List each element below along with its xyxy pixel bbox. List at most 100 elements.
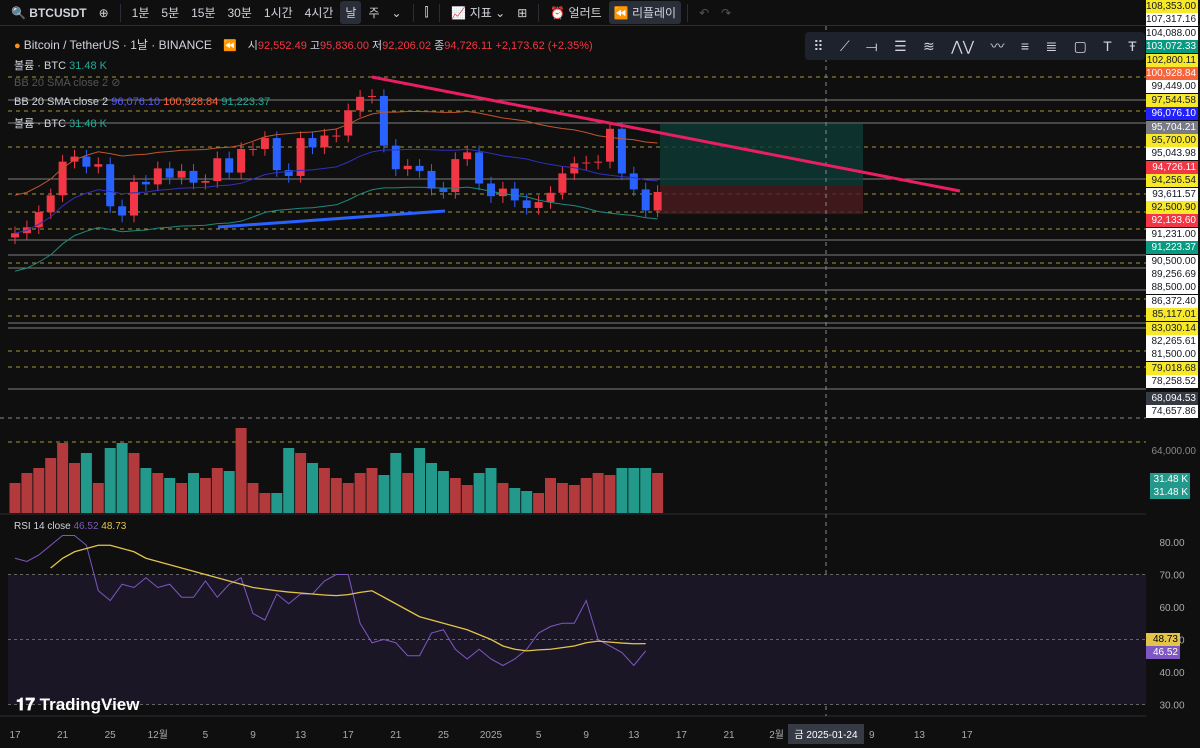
interval-1m[interactable]: 1분 xyxy=(127,1,155,24)
candle-body xyxy=(213,158,222,182)
candle-body xyxy=(201,181,210,183)
volume-bar xyxy=(80,453,92,513)
volume-bar xyxy=(461,485,473,513)
bb-hidden-legend[interactable]: BB 20 SMA close 2 ⊘ xyxy=(14,76,120,89)
elliott-icon[interactable]: 〰 xyxy=(991,36,1005,56)
volume-bar xyxy=(640,468,652,513)
time-tick: 21 xyxy=(723,730,735,741)
candle-body xyxy=(475,152,484,184)
time-tick: 2025 xyxy=(480,730,503,741)
candle-body xyxy=(82,156,91,167)
time-tick: 17 xyxy=(9,730,21,741)
volume-bar xyxy=(378,475,390,513)
interval-day[interactable]: 날 xyxy=(340,1,362,24)
rsi-value-label: 48.73 xyxy=(1146,633,1180,646)
volume-bar xyxy=(497,483,509,513)
volume-bar xyxy=(545,478,556,513)
high-label: 고 xyxy=(309,40,321,52)
volume-bar xyxy=(366,468,378,513)
drag-handle-icon[interactable]: ⠿ xyxy=(813,38,823,55)
low-value: 92,206.02 xyxy=(382,40,432,52)
volume-legend[interactable]: 볼륨 · BTC 31.48 K xyxy=(14,57,107,73)
rectangle-icon[interactable]: ▢ xyxy=(1074,38,1087,55)
volume-legend-2[interactable]: 볼륨 · BTC 31.48 K xyxy=(14,115,107,131)
eye-off-icon[interactable]: ⊘ xyxy=(111,77,120,89)
rsi-value-label: 46.52 xyxy=(1146,646,1180,659)
rsi-legend[interactable]: RSI 14 close 46.52 48.73 xyxy=(14,521,126,532)
price-label: 95,700.00 xyxy=(1146,134,1198,147)
anchored-text-icon[interactable]: Ŧ xyxy=(1128,38,1137,54)
candle-body xyxy=(534,202,543,208)
interval-week[interactable]: 주 xyxy=(363,1,384,24)
alert-button[interactable]: ⏰ 얼러트 xyxy=(545,1,606,24)
candle-body xyxy=(308,138,317,148)
candle-body xyxy=(320,135,329,148)
divider xyxy=(687,3,689,22)
open-label: 시 xyxy=(247,40,258,52)
candle-body xyxy=(427,170,436,189)
price-label: 100,928.84 xyxy=(1146,67,1198,80)
price-label: 85,117.01 xyxy=(1146,308,1198,322)
volume-bar xyxy=(449,478,461,513)
volume-bar xyxy=(199,478,211,513)
candle-body xyxy=(11,233,19,238)
price-label: 94,256.54 xyxy=(1146,174,1198,188)
crosshair-date: 금 2025-01-24 xyxy=(794,729,858,741)
long-position-profit-zone xyxy=(660,124,863,186)
candle-body xyxy=(582,162,591,164)
symbol-search[interactable]: 🔍 BTCUSDT xyxy=(6,3,92,23)
interval-1h[interactable]: 1시간 xyxy=(259,1,298,24)
indicators-button[interactable]: 📈 지표 ⌄ xyxy=(446,1,510,24)
price-label: 97,544.58 xyxy=(1146,93,1198,107)
volume-bar xyxy=(342,483,354,513)
redo-icon[interactable]: ↷ xyxy=(716,3,736,23)
price-label: 82,265.61 xyxy=(1146,335,1198,348)
bb-label: BB 20 SMA close 2 xyxy=(14,96,109,108)
channel-icon[interactable]: ≋ xyxy=(923,38,935,55)
rsi-tick: 40.00 xyxy=(1159,668,1184,679)
volume-label: 볼륨 · BTC xyxy=(14,60,67,72)
volume-bar xyxy=(128,453,140,513)
volume-bar xyxy=(152,473,164,513)
pattern-icon[interactable]: ⋀⋁ xyxy=(951,38,974,55)
horizontal-line-icon[interactable]: ⟞ xyxy=(866,38,878,55)
chevron-down-icon[interactable]: ⌄ xyxy=(387,3,407,23)
lines-icon[interactable]: ☰ xyxy=(894,38,907,55)
replay-indicator-icon[interactable]: ⏪ xyxy=(223,40,237,52)
time-tick: 17 xyxy=(676,730,688,741)
volume-bar xyxy=(45,458,57,513)
undo-icon[interactable]: ↶ xyxy=(694,3,714,23)
replay-button[interactable]: ⏪ 리플레이 xyxy=(608,1,682,24)
time-tick: 21 xyxy=(390,730,402,741)
text-icon[interactable]: T xyxy=(1103,38,1112,54)
rsi-ma-value: 48.73 xyxy=(101,521,127,532)
volume-bar xyxy=(354,473,366,513)
trendline-icon[interactable]: ⟋ xyxy=(840,38,850,55)
candle-body xyxy=(106,164,115,207)
layouts-icon[interactable]: ⊞ xyxy=(512,3,532,23)
long-position-loss-zone xyxy=(660,186,863,214)
rsi-label: RSI 14 close xyxy=(14,521,71,532)
volume-bar xyxy=(9,483,21,513)
price-label: 78,258.52 xyxy=(1146,375,1198,389)
compare-add-icon[interactable]: ⊕ xyxy=(94,3,114,23)
interval-30m[interactable]: 30분 xyxy=(223,1,257,24)
interval-15m[interactable]: 15분 xyxy=(186,1,220,24)
volume-bar xyxy=(176,483,188,513)
divider xyxy=(119,3,121,22)
fib-ext-icon[interactable]: ≣ xyxy=(1045,38,1057,55)
candle-body xyxy=(487,183,495,197)
interval-4h[interactable]: 4시간 xyxy=(300,1,339,24)
candle-body xyxy=(272,138,281,171)
volume-bar xyxy=(140,468,152,513)
fib-icon[interactable]: ≡ xyxy=(1021,38,1029,54)
interval-5m[interactable]: 5분 xyxy=(156,1,184,24)
bb-legend[interactable]: BB 20 SMA close 2 96,076.10 100,928.84 9… xyxy=(14,96,270,108)
price-label: 81,500.00 xyxy=(1146,348,1198,362)
price-label: 104,088.00 xyxy=(1146,26,1198,40)
volume-bar xyxy=(437,471,449,513)
candle-type-icon[interactable]: ⫿ xyxy=(420,2,434,23)
candle-body xyxy=(558,173,567,193)
volume-bar xyxy=(568,485,580,513)
chart-canvas[interactable]: 80.0070.0060.0050.0040.0030.0017212512월5… xyxy=(0,26,1200,748)
